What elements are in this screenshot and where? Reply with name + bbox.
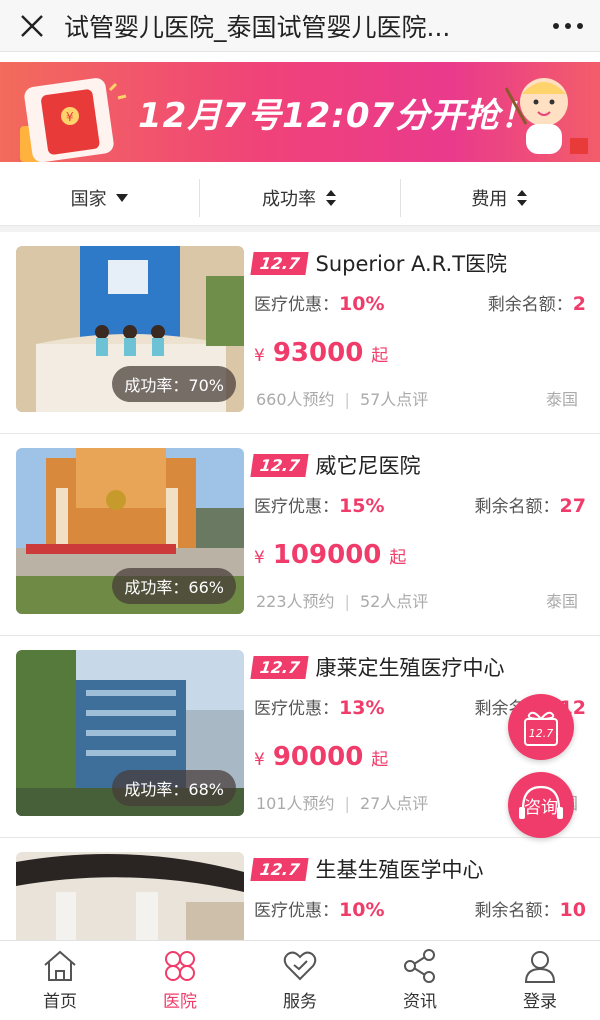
gift-button[interactable]: 12.7 [508, 694, 574, 760]
remaining-value: 2 [572, 293, 586, 315]
divider: | [344, 390, 350, 409]
nav-hospitals[interactable]: 医院 [120, 941, 240, 1020]
price: ¥ 109000 起 [254, 540, 406, 570]
user-icon [524, 951, 556, 983]
home-icon [44, 950, 76, 981]
gift-icon: 12.7 [524, 711, 558, 746]
heart-icon [283, 951, 317, 981]
stats: 101人预约 | 27人点评 [256, 790, 428, 814]
date-badge: 12.7 [250, 655, 310, 679]
remaining-label: 剩余名额： [474, 901, 560, 921]
reviews: 27人点评 [359, 794, 429, 813]
success-rate-badge: 成功率：70% [112, 366, 236, 402]
date-badge: 12.7 [250, 453, 310, 477]
price-value: 93000 [272, 338, 364, 368]
hospital-list: 成功率：70% 12.7 Superior A.R.T医院 医疗优惠：10% 剩… [0, 232, 600, 1020]
discount-value: 10% [339, 293, 385, 315]
bookings: 101人预约 [256, 794, 335, 813]
nav-login-label: 登录 [523, 992, 557, 1012]
remaining-value: 10 [559, 899, 586, 921]
date-badge: 12.7 [250, 251, 310, 275]
discount-value: 13% [339, 697, 385, 719]
price-value: 90000 [272, 742, 364, 772]
stats: 223人预约 | 52人点评 [256, 588, 428, 612]
filter-success-rate-label: 成功率 [261, 188, 316, 210]
discount-label: 医疗优惠： [254, 295, 339, 315]
sort-icon [325, 189, 336, 206]
banner-text: 12月7号12:07分开抢！ [138, 96, 536, 136]
date-badge: 12.7 [250, 857, 310, 881]
bottom-nav: 首页 医院 服务 资讯 登录 [0, 940, 600, 1020]
divider: | [344, 592, 350, 611]
clover-icon [165, 951, 195, 981]
filter-cost-label: 费用 [471, 188, 508, 210]
sort-icon [517, 189, 528, 206]
currency-symbol: ¥ [254, 346, 265, 366]
success-rate-badge: 成功率：66% [112, 568, 236, 604]
filter-success-rate[interactable]: 成功率 [199, 178, 399, 217]
nav-hospitals-label: 医院 [163, 992, 197, 1012]
nav-home[interactable]: 首页 [0, 941, 120, 1020]
nav-service-label: 服务 [283, 992, 317, 1012]
bookings: 660人预约 [256, 390, 335, 409]
top-bar: 试管婴儿医院_泰国试管婴儿医院... [0, 0, 600, 52]
discount-value: 15% [339, 495, 385, 517]
nav-login[interactable]: 登录 [480, 941, 600, 1020]
baby-illustration [504, 78, 588, 154]
price-value: 109000 [272, 540, 382, 570]
consult-label: 咨询 [524, 797, 558, 818]
stats: 660人预约 | 57人点评 [256, 386, 428, 410]
consult-button[interactable]: 咨询 [508, 772, 574, 838]
hospital-name: 康莱定生殖医疗中心 [315, 656, 505, 680]
discount-label: 医疗优惠： [254, 497, 339, 517]
more-button[interactable] [536, 0, 600, 52]
filter-bar: 国家 成功率 费用 [0, 170, 600, 226]
promo-banner[interactable]: ¥ 12月7号12:07分开抢！ [0, 62, 600, 162]
dropdown-icon [115, 193, 128, 202]
price: ¥ 90000 起 [254, 742, 388, 772]
hospital-name: 生基生殖医学中心 [315, 858, 484, 882]
close-button[interactable] [0, 0, 64, 52]
filter-country[interactable]: 国家 [0, 179, 199, 217]
price-suffix: 起 [371, 346, 389, 366]
hospital-photo: 成功率：68% [16, 650, 244, 816]
price-suffix: 起 [371, 750, 389, 770]
bookings: 223人预约 [256, 592, 335, 611]
remaining-value: 27 [559, 495, 586, 517]
nav-service[interactable]: 服务 [240, 941, 360, 1020]
discount-label: 医疗优惠： [254, 699, 339, 719]
remaining-label: 剩余名额： [487, 295, 573, 315]
page-title: 试管婴儿医院_泰国试管婴儿医院... [64, 12, 451, 42]
remaining-label: 剩余名额： [474, 497, 560, 517]
country: 泰国 [545, 390, 578, 409]
country: 泰国 [545, 592, 578, 611]
reviews: 52人点评 [359, 592, 429, 611]
hospital-name: Superior A.R.T医院 [315, 252, 508, 276]
currency-symbol: ¥ [254, 750, 265, 770]
price: ¥ 93000 起 [254, 338, 388, 368]
hospital-photo: 成功率：66% [16, 448, 244, 614]
divider: | [344, 794, 350, 813]
hospital-name: 威它尼医院 [315, 454, 421, 478]
hospital-card[interactable]: 成功率：70% 12.7 Superior A.R.T医院 医疗优惠：10% 剩… [0, 232, 600, 434]
more-icon [553, 22, 583, 29]
hospital-card[interactable]: 成功率：66% 12.7 威它尼医院 医疗优惠：15% 剩余名额：27 ¥ 10… [0, 434, 600, 636]
red-packet-illustration: ¥ [20, 78, 127, 162]
filter-cost[interactable]: 费用 [399, 178, 600, 217]
filter-country-label: 国家 [70, 188, 107, 210]
nav-news-label: 资讯 [403, 992, 437, 1012]
nav-news[interactable]: 资讯 [360, 941, 480, 1020]
price-suffix: 起 [389, 548, 407, 568]
close-icon [21, 14, 43, 37]
share-icon [404, 949, 435, 983]
discount-value: 10% [339, 899, 385, 921]
gift-label: 12.7 [529, 727, 554, 740]
reviews: 57人点评 [359, 390, 429, 409]
success-rate-badge: 成功率：68% [112, 770, 236, 806]
nav-home-label: 首页 [43, 992, 77, 1012]
hospital-photo: 成功率：70% [16, 246, 244, 412]
discount-label: 医疗优惠： [254, 901, 339, 921]
currency-symbol: ¥ [254, 548, 265, 568]
svg-text:¥: ¥ [66, 110, 74, 124]
